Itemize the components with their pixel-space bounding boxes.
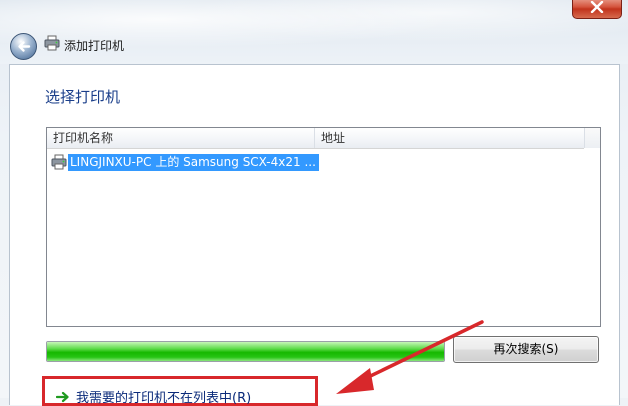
printer-list[interactable]: 打印机名称 地址 LINGJINXU-PC 上的 Samsung SCX-4x2… [46, 127, 601, 327]
column-header-address[interactable]: 地址 [315, 128, 584, 148]
close-button[interactable] [572, 0, 622, 19]
back-button[interactable] [10, 33, 37, 60]
header-filler [584, 128, 600, 148]
printer-icon [51, 154, 67, 170]
close-icon [590, 1, 604, 13]
column-header-name[interactable]: 打印机名称 [47, 128, 315, 148]
printer-icon [44, 35, 60, 51]
printer-not-listed-link[interactable]: 我需要的打印机不在列表中(R) [56, 387, 251, 406]
window-title: 添加打印机 [64, 39, 125, 53]
back-arrow-icon [18, 41, 31, 52]
green-arrow-icon [56, 391, 69, 402]
list-header: 打印机名称 地址 [47, 128, 584, 149]
page-heading: 选择打印机 [45, 88, 121, 106]
annotation-arrow [336, 320, 484, 394]
printer-name: LINGJINXU-PC 上的 Samsung SCX-4x21 ... [68, 153, 319, 171]
not-listed-link-text: 我需要的打印机不在列表中(R) [76, 391, 252, 406]
printer-row[interactable]: LINGJINXU-PC 上的 Samsung SCX-4x21 ... [51, 153, 319, 171]
